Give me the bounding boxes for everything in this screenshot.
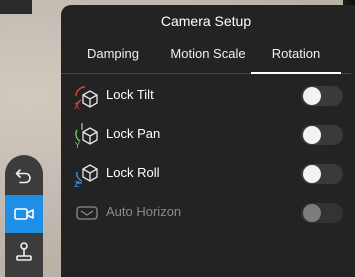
lock-pan-icon: Y <box>74 123 98 149</box>
toggle-knob <box>303 165 321 183</box>
panel-title: Camera Setup <box>160 13 252 29</box>
lock-tilt-toggle[interactable] <box>301 86 343 106</box>
tab-motion-scale[interactable]: Motion Scale <box>165 45 251 71</box>
scene-dark-strip <box>0 0 32 14</box>
lock-tilt-row[interactable]: X Lock Tilt <box>61 76 355 115</box>
camera-icon <box>14 208 34 220</box>
selected-tab-indicator <box>251 72 341 74</box>
lock-roll-icon: Z <box>74 164 98 188</box>
toggle-knob <box>303 204 321 222</box>
camera-setup-panel: Camera Setup Damping Motion Scale Rotati… <box>61 5 355 277</box>
side-toolbar <box>5 155 43 277</box>
auto-horizon-toggle <box>301 203 343 223</box>
lock-roll-row[interactable]: Z Lock Roll <box>61 154 355 193</box>
svg-text:X: X <box>74 102 80 110</box>
lock-roll-toggle[interactable] <box>301 164 343 184</box>
tab-bar: Damping Motion Scale Rotation <box>61 45 351 74</box>
toggle-knob <box>303 126 321 144</box>
auto-horizon-icon <box>76 206 98 220</box>
auto-horizon-label: Auto Horizon <box>106 204 182 219</box>
tab-rotation[interactable]: Rotation <box>251 45 341 71</box>
undo-icon <box>15 169 31 184</box>
undo-button[interactable] <box>5 157 43 195</box>
svg-text:Z: Z <box>74 180 80 188</box>
auto-horizon-row: Auto Horizon <box>61 193 355 232</box>
toggle-knob <box>303 87 321 105</box>
svg-text:Y: Y <box>74 141 80 149</box>
tab-damping[interactable]: Damping <box>61 45 165 71</box>
joystick-icon <box>16 242 32 261</box>
camera-button[interactable] <box>5 195 43 233</box>
lock-tilt-icon: X <box>74 86 98 110</box>
lock-pan-label: Lock Pan <box>106 126 161 141</box>
joystick-button[interactable] <box>5 233 43 271</box>
lock-roll-label: Lock Roll <box>106 165 160 180</box>
lock-tilt-label: Lock Tilt <box>106 87 154 102</box>
lock-pan-toggle[interactable] <box>301 125 343 145</box>
lock-pan-row[interactable]: Y Lock Pan <box>61 115 355 154</box>
